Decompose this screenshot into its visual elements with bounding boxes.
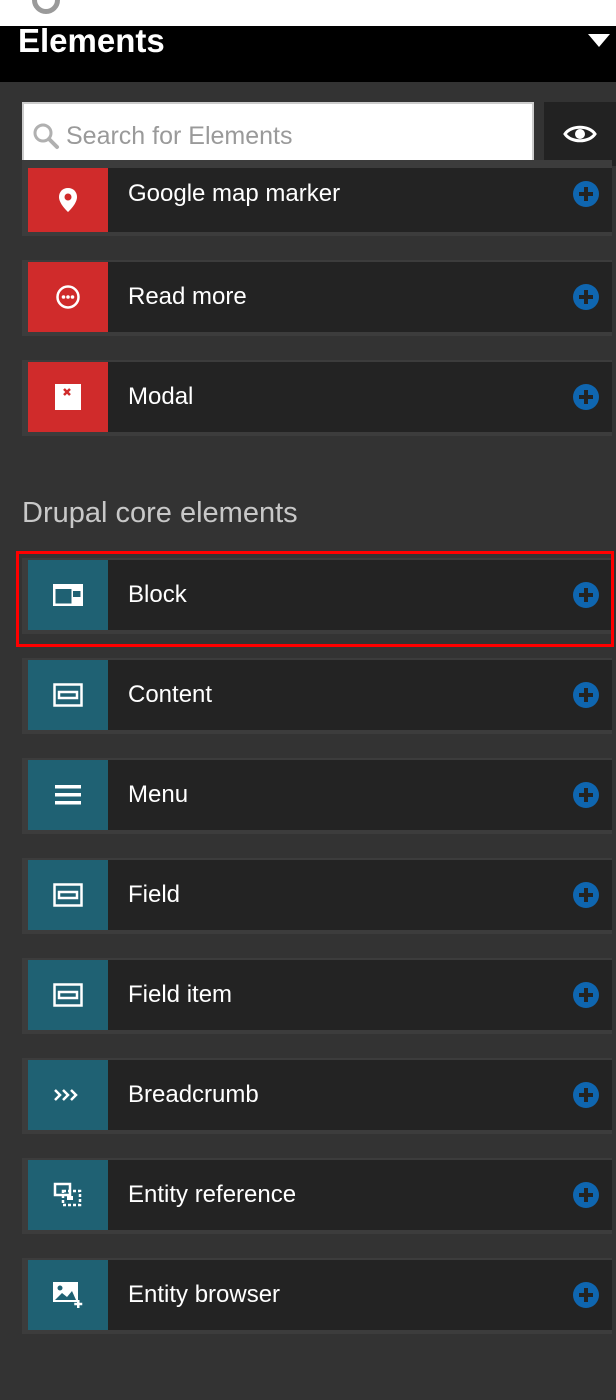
add-element-icon[interactable] [572, 180, 600, 208]
block-icon [28, 560, 108, 630]
element-label: Entity browser [128, 1281, 281, 1308]
caret-down-icon[interactable] [588, 34, 610, 47]
add-element-icon[interactable] [572, 1181, 600, 1209]
element-label: Google map marker [128, 180, 341, 207]
visibility-toggle-button[interactable] [544, 102, 616, 166]
field-icon [28, 860, 108, 930]
element-label: Read more [128, 283, 247, 310]
ellipsis-circle-icon [28, 262, 108, 332]
element-label: Field [128, 881, 181, 908]
element-item-modal[interactable]: Modal [22, 360, 612, 436]
element-label: Block [128, 581, 187, 608]
add-element-icon[interactable] [572, 581, 600, 609]
element-item-entity-browser[interactable]: Entity browser [22, 1258, 612, 1334]
panel-header[interactable]: Elements [0, 22, 616, 82]
element-item-field[interactable]: Field [22, 858, 612, 934]
menu-icon [28, 760, 108, 830]
field-item-icon [28, 960, 108, 1030]
add-element-icon[interactable] [572, 1281, 600, 1309]
section-title-drupal-core: Drupal core elements [22, 497, 298, 529]
partial-circle-icon [32, 0, 60, 14]
add-element-icon[interactable] [572, 881, 600, 909]
add-element-icon[interactable] [572, 1081, 600, 1109]
search-box[interactable] [22, 102, 534, 166]
map-marker-icon [28, 168, 108, 232]
add-element-icon[interactable] [572, 681, 600, 709]
add-element-icon[interactable] [572, 283, 600, 311]
element-item-menu[interactable]: Menu [22, 758, 612, 834]
element-label: Breadcrumb [128, 1081, 259, 1108]
element-item-content[interactable]: Content [22, 658, 612, 734]
element-label: Entity reference [128, 1181, 297, 1208]
element-item-google-map-marker[interactable]: Google map marker [22, 160, 612, 236]
element-item-entity-reference[interactable]: Entity reference [22, 1158, 612, 1234]
search-icon [33, 123, 59, 149]
element-label: Modal [128, 383, 194, 410]
breadcrumb-icon [28, 1060, 108, 1130]
element-item-field-item[interactable]: Field item [22, 958, 612, 1034]
panel-title: Elements [18, 22, 165, 59]
element-label: Content [128, 681, 213, 708]
content-icon [28, 660, 108, 730]
add-element-icon[interactable] [572, 383, 600, 411]
entity-reference-icon [28, 1160, 108, 1230]
entity-browser-icon [28, 1260, 108, 1330]
element-item-breadcrumb[interactable]: Breadcrumb [22, 1058, 612, 1134]
search-input[interactable] [64, 114, 528, 158]
element-item-block[interactable]: Block [22, 558, 612, 634]
add-element-icon[interactable] [572, 781, 600, 809]
element-label: Menu [128, 781, 189, 808]
element-item-read-more[interactable]: Read more [22, 260, 612, 336]
add-element-icon[interactable] [572, 981, 600, 1009]
modal-close-icon [28, 362, 108, 432]
element-label: Field item [128, 981, 233, 1008]
eye-icon [563, 125, 597, 143]
